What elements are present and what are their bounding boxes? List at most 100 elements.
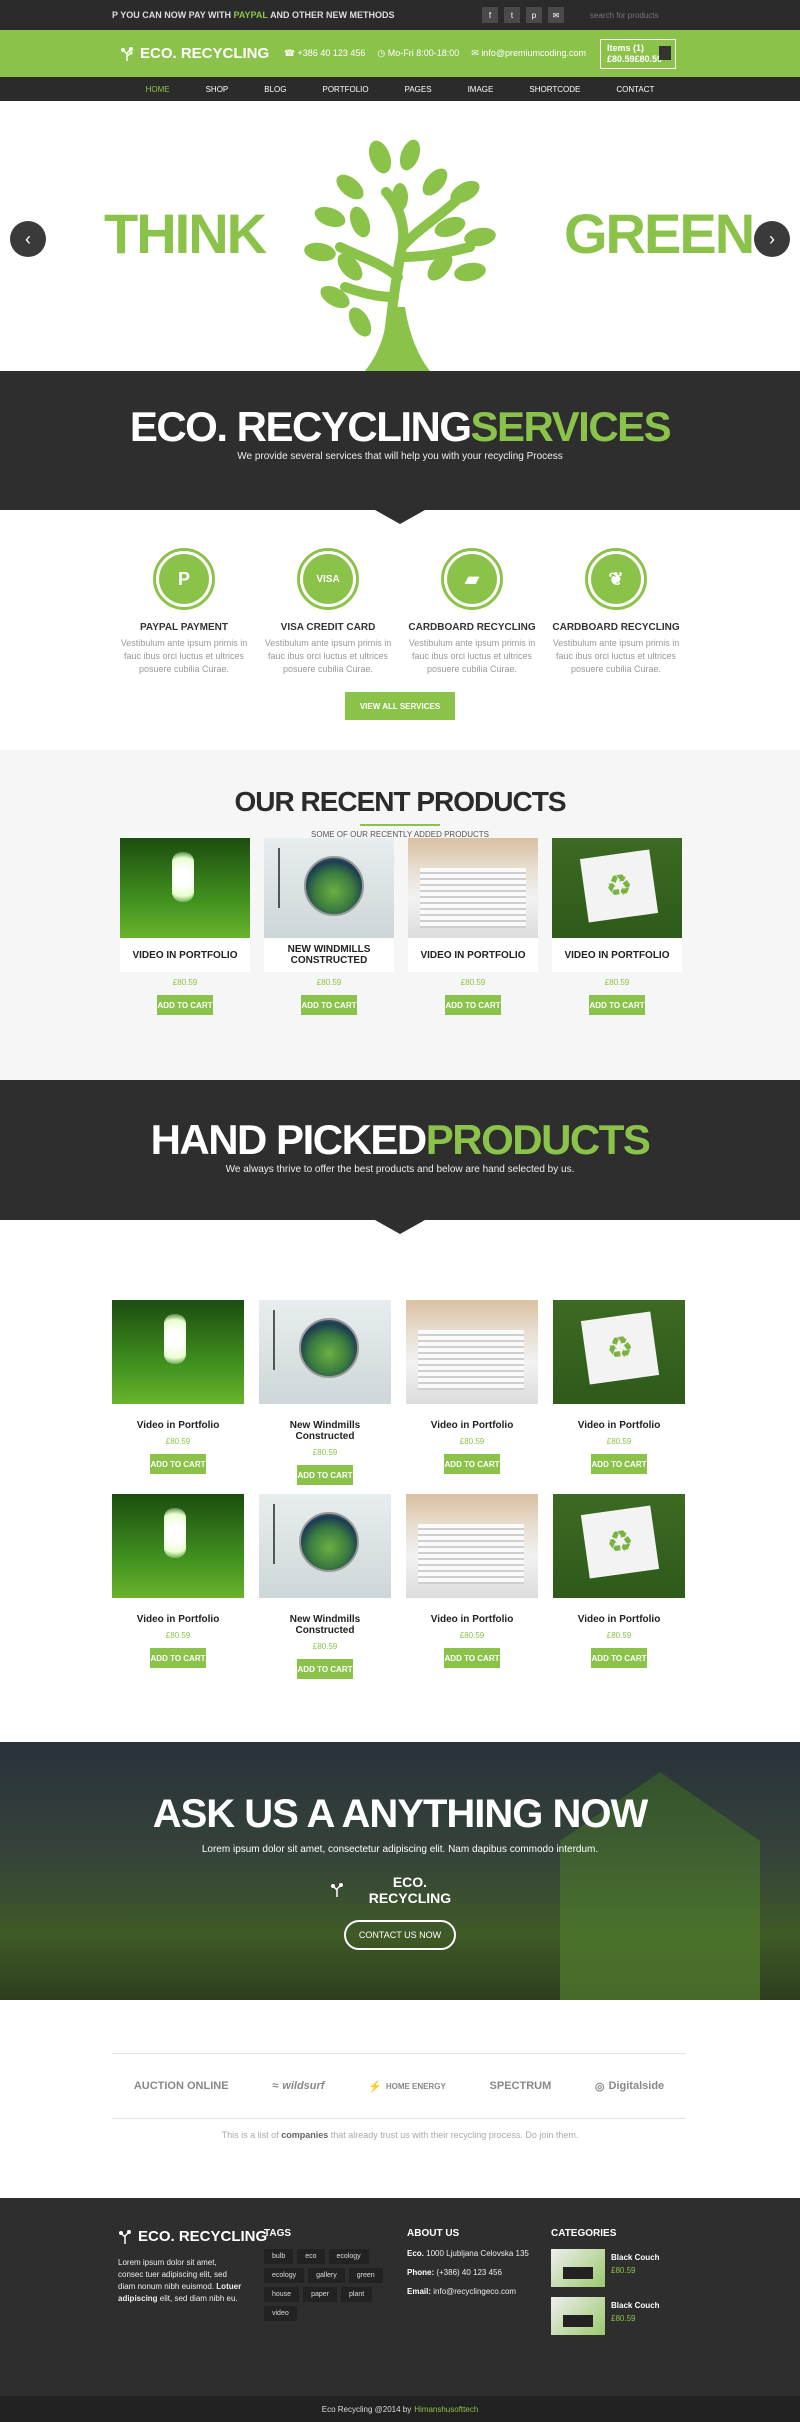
partner-home-energy[interactable]: ⚡ HOME ENERGY: [368, 2080, 446, 2093]
logo[interactable]: ECO. RECYCLING: [120, 45, 269, 62]
wave-icon: ≈: [272, 2080, 279, 2092]
product-name[interactable]: New Windmills Constructed: [259, 1614, 391, 1636]
view-all-services-button[interactable]: VIEW ALL SERVICES: [345, 692, 455, 720]
product-image[interactable]: [259, 1494, 391, 1598]
add-to-cart-button[interactable]: ADD TO CART: [591, 1454, 647, 1474]
tag[interactable]: paper: [303, 2287, 337, 2302]
product-card: ♻ Video in Portfolio £80.59 ADD TO CART: [553, 1494, 685, 1679]
category-item[interactable]: Black Couch £80.59: [551, 2249, 659, 2287]
contact-us-button[interactable]: CONTACT US NOW: [344, 1920, 456, 1950]
ask-subtitle: Lorem ipsum dolor sit amet, consectetur …: [201, 1844, 599, 1855]
nav-portfolio[interactable]: PORTFOLIO: [323, 85, 369, 94]
product-name[interactable]: New Windmills Constructed: [259, 1420, 391, 1442]
category-item[interactable]: Black Couch £80.59: [551, 2297, 659, 2335]
partner-auction-online[interactable]: AUCTION ONLINE: [134, 2080, 229, 2092]
product-image[interactable]: [264, 838, 394, 938]
nav-contact[interactable]: CONTACT: [616, 85, 654, 94]
product-card: ♻ VIDEO IN PORTFOLIO £80.59 ADD TO CART: [552, 838, 682, 1015]
product-image[interactable]: ♻: [553, 1494, 685, 1598]
partner-wildsurf[interactable]: ≈ wildsurf: [272, 2080, 324, 2092]
product-name[interactable]: VIDEO IN PORTFOLIO: [552, 938, 682, 972]
ask-us-section: ASK US A ANYTHING NOW Lorem ipsum dolor …: [0, 1742, 800, 2000]
visa-icon: VISA: [303, 554, 353, 604]
nav-shop[interactable]: SHOP: [206, 85, 229, 94]
add-to-cart-button[interactable]: ADD TO CART: [297, 1659, 353, 1679]
add-to-cart-button[interactable]: ADD TO CART: [591, 1648, 647, 1668]
tag[interactable]: green: [348, 2268, 383, 2283]
product-name[interactable]: Video in Portfolio: [406, 1420, 538, 1431]
product-image[interactable]: [259, 1300, 391, 1404]
product-name[interactable]: VIDEO IN PORTFOLIO: [408, 938, 538, 972]
add-to-cart-button[interactable]: ADD TO CART: [150, 1454, 206, 1474]
product-image[interactable]: [112, 1494, 244, 1598]
nav-image[interactable]: IMAGE: [468, 85, 494, 94]
product-name[interactable]: Video in Portfolio: [112, 1420, 244, 1431]
about-heading: ABOUT US: [407, 2228, 460, 2239]
tag[interactable]: video: [264, 2306, 297, 2321]
product-image[interactable]: [112, 1300, 244, 1404]
add-to-cart-button[interactable]: ADD TO CART: [445, 995, 501, 1015]
product-name[interactable]: Video in Portfolio: [406, 1614, 538, 1625]
product-price: £80.59: [606, 1437, 632, 1446]
product-card: Video in Portfolio £80.59 ADD TO CART: [112, 1494, 244, 1679]
author-link[interactable]: Himanshusofttech: [414, 2405, 478, 2414]
tag[interactable]: bulb: [264, 2249, 294, 2264]
add-to-cart-button[interactable]: ADD TO CART: [589, 995, 645, 1015]
service-cardboard-2: ❦ CARDBOARD RECYCLING Vestibulum ante ip…: [552, 548, 680, 676]
hero-left-word: THINK: [104, 202, 267, 265]
product-name[interactable]: Video in Portfolio: [553, 1420, 685, 1431]
tag[interactable]: eco: [297, 2249, 325, 2264]
email-icon[interactable]: ✉: [548, 7, 564, 23]
footer: ECO. RECYCLING Lorem ipsum dolor sit ame…: [0, 2198, 800, 2396]
cart-button[interactable]: Items (1) £80.59£80.59: [600, 38, 676, 69]
product-image[interactable]: [408, 838, 538, 938]
tag[interactable]: ecology: [328, 2249, 369, 2264]
product-name[interactable]: Video in Portfolio: [553, 1614, 685, 1625]
recycle-icon: ♻: [579, 849, 659, 923]
twitter-icon[interactable]: t: [504, 7, 520, 23]
partner-digitalside[interactable]: ◎ Digitalside: [595, 2080, 664, 2093]
product-image[interactable]: [120, 838, 250, 938]
services-list: P PAYPAL PAYMENT Vestibulum ante ipsum p…: [0, 510, 800, 676]
tag[interactable]: house: [264, 2287, 300, 2302]
nav-home[interactable]: HOME: [146, 85, 170, 94]
product-card: VIDEO IN PORTFOLIO £80.59 ADD TO CART: [120, 838, 250, 1015]
add-to-cart-button[interactable]: ADD TO CART: [301, 995, 357, 1015]
pinterest-icon[interactable]: p: [526, 7, 542, 23]
product-image[interactable]: ♻: [553, 1300, 685, 1404]
nav-pages[interactable]: PAGES: [405, 85, 432, 94]
product-price: £80.59: [459, 1437, 485, 1446]
slider-prev-button[interactable]: ‹: [10, 221, 46, 257]
add-to-cart-button[interactable]: ADD TO CART: [297, 1465, 353, 1485]
product-name[interactable]: NEW WINDMILLS CONSTRUCTED: [264, 938, 394, 972]
add-to-cart-button[interactable]: ADD TO CART: [444, 1454, 500, 1474]
product-image[interactable]: [406, 1300, 538, 1404]
tag[interactable]: gallery: [308, 2268, 345, 2283]
hero-right-word: GREEN: [564, 202, 755, 265]
email-info[interactable]: ✉ info@premiumcoding.com: [471, 48, 586, 59]
nav-blog[interactable]: BLOG: [264, 85, 286, 94]
nav-shortcode[interactable]: SHORTCODE: [529, 85, 580, 94]
footer-email[interactable]: Email: info@recyclingeco.com: [407, 2287, 529, 2296]
product-price: £80.59: [312, 1642, 338, 1651]
facebook-icon[interactable]: f: [482, 7, 498, 23]
services-subtitle: We provide several services that will he…: [237, 451, 563, 462]
globe-icon: ◎: [594, 2080, 605, 2093]
footer-address: Eco. 1000 Ljubljana Celovska 135: [407, 2249, 529, 2258]
add-to-cart-button[interactable]: ADD TO CART: [157, 995, 213, 1015]
add-to-cart-button[interactable]: ADD TO CART: [150, 1648, 206, 1668]
product-image[interactable]: [406, 1494, 538, 1598]
slider-next-button[interactable]: ›: [754, 221, 790, 257]
partner-spectrum[interactable]: SPECTRUM: [490, 2080, 552, 2092]
add-to-cart-button[interactable]: ADD TO CART: [444, 1648, 500, 1668]
product-image[interactable]: ♻: [552, 838, 682, 938]
footer-logo[interactable]: ECO. RECYCLING: [118, 2228, 267, 2245]
tag[interactable]: ecology: [264, 2268, 305, 2283]
categories-heading: CATEGORIES: [551, 2228, 617, 2239]
search-input[interactable]: [590, 6, 690, 24]
product-card: New Windmills Constructed £80.59 ADD TO …: [259, 1494, 391, 1679]
tag[interactable]: plant: [340, 2287, 373, 2302]
handpicked-row-2: Video in Portfolio £80.59 ADD TO CART Ne…: [112, 1494, 685, 1679]
product-name[interactable]: Video in Portfolio: [112, 1614, 244, 1625]
product-name[interactable]: VIDEO IN PORTFOLIO: [120, 938, 250, 972]
